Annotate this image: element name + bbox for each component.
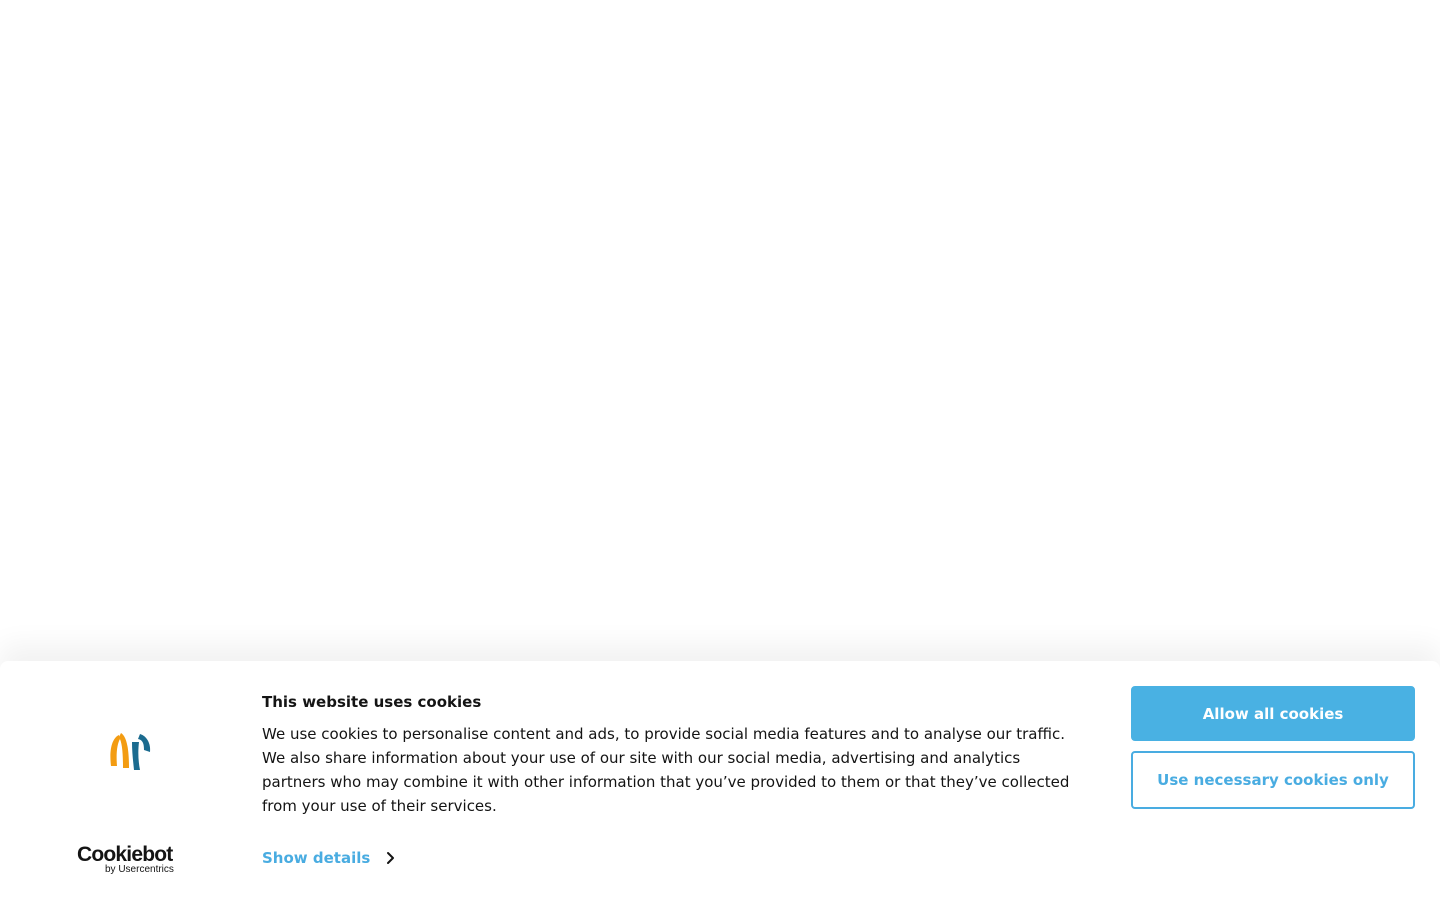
banner-description: We use cookies to personalise content an… — [262, 725, 1070, 815]
show-details-link[interactable]: Show details — [262, 849, 395, 867]
cookiebot-byline: by Usercentrics — [105, 864, 174, 875]
cookiebot-logo: Cookiebot by Usercentrics — [77, 843, 183, 877]
show-details-label: Show details — [262, 849, 371, 867]
allow-all-cookies-button[interactable]: Allow all cookies — [1131, 686, 1415, 741]
allow-all-cookies-label: Allow all cookies — [1202, 704, 1344, 723]
cookie-consent-banner: Cookiebot by Usercentrics This website u… — [0, 661, 1440, 900]
chevron-right-icon — [387, 852, 395, 864]
necessary-cookies-only-button[interactable]: Use necessary cookies only — [1131, 751, 1415, 809]
necessary-cookies-only-label: Use necessary cookies only — [1157, 771, 1389, 789]
banner-title: This website uses cookies — [262, 693, 482, 711]
brand-logo-icon — [110, 733, 151, 770]
